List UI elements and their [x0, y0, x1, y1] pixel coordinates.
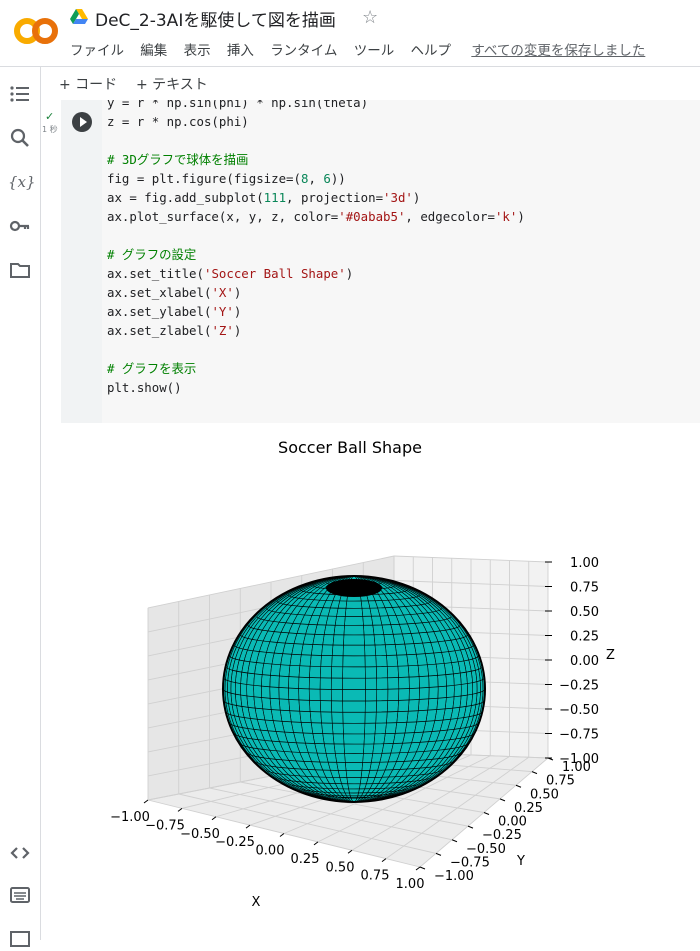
z-tick-label: 0.50: [570, 605, 599, 620]
x-tick-label: −1.00: [110, 810, 150, 825]
y-tick-mark: [483, 812, 490, 815]
z-tick-label: 0.75: [570, 581, 599, 596]
y-tick-label: −0.75: [450, 855, 490, 870]
x-tick-label: 0.75: [361, 869, 390, 884]
y-tick-label: −1.00: [434, 869, 474, 884]
y-tick-label: 0.50: [530, 787, 559, 802]
add-code-button[interactable]: + コード: [59, 74, 117, 94]
run-cell-button[interactable]: [72, 112, 92, 132]
x-tick-label: −0.75: [145, 818, 185, 833]
x-tick-label: 0.00: [256, 844, 285, 859]
code-line: ax.set_title('Soccer Ball Shape'): [107, 266, 354, 281]
menu-insert[interactable]: 挿入: [227, 43, 254, 59]
code-editor[interactable]: y = r * np.sin(phi) * np.sin(theta) z = …: [61, 100, 700, 423]
code-line: ax.set_zlabel('Z'): [107, 323, 242, 338]
toc-icon[interactable]: [8, 82, 32, 106]
x-tick-label: 0.25: [291, 852, 320, 867]
menu-bar: ファイル 編集 表示 挿入 ランタイム ツール ヘルプ すべての変更を保存しまし…: [70, 39, 657, 59]
z-tick-label: −0.75: [559, 728, 599, 743]
code-line: z = r * np.cos(phi): [107, 114, 249, 129]
y-tick-mark: [499, 798, 506, 802]
search-icon[interactable]: [8, 126, 32, 150]
y-tick-label: −0.50: [466, 842, 506, 857]
y-axis-label: Y: [516, 854, 525, 869]
x-tick-mark: [211, 816, 217, 821]
header-bar: CO DeC_2-3AIを駆使して図を描画 ☆ ファイル 編集 表示 挿入 ラン…: [0, 0, 700, 67]
colab-logo[interactable]: CO: [14, 14, 58, 48]
x-tick-mark: [245, 824, 251, 829]
z-tick-label: −0.25: [559, 679, 599, 694]
code-cell[interactable]: ✓ 1 秒 y = r * np.sin(phi) * np.sin(theta…: [41, 100, 700, 423]
google-drive-icon[interactable]: [70, 9, 88, 25]
x-tick-mark: [143, 799, 149, 804]
cell-gutter: ✓ 1 秒: [41, 100, 61, 423]
logo-text: CO: [14, 14, 16, 15]
menu-help[interactable]: ヘルプ: [411, 43, 452, 59]
z-tick-label: 0.00: [570, 654, 599, 669]
x-tick-mark: [347, 849, 353, 854]
variables-icon[interactable]: {x}: [8, 170, 36, 194]
y-tick-label: −0.25: [482, 828, 522, 843]
code-line: fig = plt.figure(figsize=(8, 6)): [107, 171, 346, 186]
menu-tools[interactable]: ツール: [354, 43, 395, 59]
check-icon: ✓: [45, 110, 55, 123]
z-axis-label: Z: [606, 648, 615, 663]
code-line: ax.plot_surface(x, y, z, color='#0abab5'…: [107, 209, 525, 224]
x-tick-mark: [279, 833, 285, 837]
y-tick-mark: [435, 852, 442, 856]
surface-3d-plot: −1.00−0.75−0.50−0.250.000.250.500.751.00…: [110, 555, 615, 910]
code-comment: # グラフを表示: [107, 361, 197, 376]
x-tick-label: −0.25: [215, 835, 255, 850]
z-tick-label: −1.00: [559, 752, 599, 767]
notebook-title[interactable]: DeC_2-3AIを駆使して図を描画: [95, 6, 336, 31]
key-icon[interactable]: [8, 214, 32, 238]
y-tick-mark: [467, 825, 474, 829]
save-status-link[interactable]: すべての変更を保存しました: [471, 43, 645, 59]
code-line: ax.set_ylabel('Y'): [107, 304, 242, 319]
add-text-button[interactable]: + テキスト: [136, 74, 208, 94]
code-line: plt.show(): [107, 380, 182, 395]
sphere-pole-cap: [326, 579, 382, 597]
x-tick-label: 1.00: [396, 877, 425, 892]
y-tick-label: 0.75: [546, 774, 575, 789]
x-tick-label: 0.50: [326, 860, 355, 875]
status-bar-icon[interactable]: [8, 927, 32, 951]
execution-time: 1 秒: [42, 125, 58, 134]
y-tick-mark: [531, 771, 538, 775]
z-tick-label: 1.00: [570, 556, 599, 571]
code-comment: # グラフの設定: [107, 247, 197, 262]
star-icon[interactable]: ☆: [362, 7, 378, 28]
menu-file[interactable]: ファイル: [70, 43, 124, 59]
menu-edit[interactable]: 編集: [140, 43, 167, 59]
y-tick-label: 0.00: [498, 815, 527, 830]
x-tick-mark: [177, 807, 183, 812]
y-tick-label: 0.25: [514, 801, 543, 816]
code-line: ax = fig.add_subplot(111, projection='3d…: [107, 190, 421, 205]
terminal-icon[interactable]: [8, 883, 32, 907]
folder-icon[interactable]: [8, 258, 32, 282]
z-tick-label: 0.25: [570, 630, 599, 645]
y-tick-mark: [515, 784, 522, 788]
y-tick-mark: [419, 866, 426, 870]
left-sidebar: {x}: [0, 67, 41, 947]
code-line: ax.set_xlabel('X'): [107, 285, 242, 300]
y-tick-mark: [451, 839, 458, 843]
menu-runtime[interactable]: ランタイム: [270, 43, 337, 59]
x-tick-mark: [415, 866, 421, 871]
z-tick-label: −0.50: [559, 703, 599, 718]
code-snippets-icon[interactable]: [8, 841, 32, 865]
code-line: y = r * np.sin(phi) * np.sin(theta): [107, 100, 369, 110]
code-text[interactable]: y = r * np.sin(phi) * np.sin(theta) z = …: [107, 100, 525, 397]
x-tick-mark: [313, 841, 319, 846]
x-tick-mark: [381, 858, 387, 863]
x-axis-label: X: [252, 895, 261, 910]
sphere-surface: [222, 575, 486, 803]
sphere-body: [222, 575, 486, 803]
x-tick-label: −0.50: [180, 827, 220, 842]
code-comment: # 3Dグラフで球体を描画: [107, 152, 249, 167]
menu-view[interactable]: 表示: [184, 43, 211, 59]
notebook-toolbar: + コード + テキスト: [41, 67, 700, 100]
